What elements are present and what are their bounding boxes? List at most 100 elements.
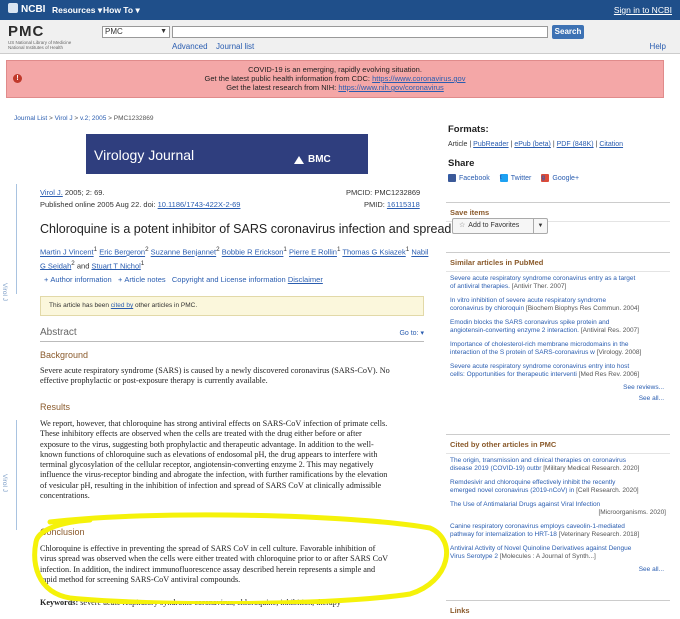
ncbi-logo-icon (8, 3, 18, 13)
similar-article-item[interactable]: Emodin blocks the SARS coronavirus spike… (446, 316, 670, 338)
links-heading: Links (450, 606, 470, 615)
published-date: Published online 2005 Aug 22. doi: 10.11… (40, 200, 241, 209)
cdc-link[interactable]: https://www.coronavirus.gov (372, 74, 465, 83)
abstract-header: Abstract Go to: ▾ (40, 326, 424, 342)
bmc-logo-icon (294, 156, 304, 164)
format-article: Article (448, 141, 468, 148)
how-to-menu[interactable]: How To ▾ (103, 5, 140, 16)
chevron-down-icon[interactable]: ▼ (533, 219, 547, 233)
chevron-down-icon: ▾ (420, 330, 424, 337)
formats-panel: Formats: Article | PubReader | ePub (bet… (448, 124, 672, 148)
journal-banner[interactable]: Virology Journal BMC (86, 134, 368, 174)
author-information-link[interactable]: Author information (50, 275, 111, 284)
format-pubreader[interactable]: PubReader (473, 141, 508, 148)
go-to-link[interactable]: Go to: ▾ (399, 329, 424, 337)
search-input[interactable] (172, 26, 548, 38)
author-link[interactable]: Martin J Vincent (40, 248, 94, 257)
add-to-favorites-button[interactable]: ☆ Add to Favorites ▼ (452, 218, 548, 234)
cited-by-note: This article has been cited by other art… (40, 296, 424, 316)
breadcrumb: Journal List > Virol J > v.2; 2005 > PMC… (14, 115, 154, 122)
disclaimer-link[interactable]: Disclaimer (288, 275, 323, 284)
help-link[interactable]: Help (650, 42, 666, 51)
journal-citation-link[interactable]: Virol J. (40, 188, 63, 197)
conclusion-heading: Conclusion (40, 527, 85, 537)
author-list: Martin J Vincent1 Eric Bergeron2 Suzanne… (40, 246, 429, 270)
twitter-icon: t (499, 174, 508, 182)
author-link[interactable]: Eric Bergeron (99, 248, 145, 257)
rail-label: Virol J (1, 474, 8, 492)
links-panel: Links (446, 600, 670, 619)
similar-article-item[interactable]: Severe acute respiratory syndrome corona… (446, 360, 670, 382)
author-link[interactable]: Stuart T Nichol (91, 261, 140, 270)
results-paragraph: We report, however, that chloroquine has… (40, 419, 388, 501)
author-link[interactable]: Pierre E Rollin (289, 248, 337, 257)
conclusion-paragraph: Chloroquine is effective in preventing t… (40, 544, 389, 584)
copyright-link[interactable]: Copyright and License information (172, 275, 286, 284)
database-select[interactable]: PMC ▼ (102, 26, 170, 38)
left-rail (16, 420, 17, 530)
article-title: Chloroquine is a potent inhibitor of SAR… (40, 222, 452, 236)
breadcrumb-journal[interactable]: Virol J (55, 115, 73, 122)
similar-articles-heading: Similar articles in PubMed (446, 253, 670, 272)
similar-article-item[interactable]: Importance of cholesterol-rich membrane … (446, 338, 670, 360)
formats-heading: Formats: (448, 124, 489, 135)
journal-title: Virology Journal (94, 147, 195, 163)
ncbi-logo[interactable]: NCBI (8, 3, 45, 15)
banner-line-2: Get the latest public health information… (204, 74, 466, 83)
cited-article-item[interactable]: Antiviral Activity of Novel Quinoline De… (446, 542, 670, 564)
author-link[interactable]: Bobbie R Erickson (222, 248, 284, 257)
cited-by-link[interactable]: cited by (111, 302, 133, 309)
article-meta-links: + Author information + Article notes Copyr… (44, 275, 323, 284)
share-google[interactable]: g Google+ (541, 174, 579, 182)
share-twitter[interactable]: t Twitter (499, 174, 531, 182)
breadcrumb-volume[interactable]: v.2; 2005 (80, 115, 106, 122)
format-pdf[interactable]: PDF (848K) (557, 141, 594, 148)
pmc-logo[interactable]: PMC US National Library of Medicine Nati… (8, 23, 94, 50)
author-link[interactable]: Suzanne Benjannet (151, 248, 216, 257)
format-epub[interactable]: ePub (beta) (514, 141, 551, 148)
similar-article-item[interactable]: In vitro inhibition of severe acute resp… (446, 294, 670, 316)
see-all-similar-link[interactable]: See all... (446, 393, 670, 404)
nih-link[interactable]: https://www.nih.gov/coronavirus (338, 83, 443, 92)
see-reviews-link[interactable]: See reviews... (446, 382, 670, 393)
publisher-name: BMC (308, 154, 331, 165)
cited-article-item[interactable]: The Use of Antimalarial Drugs against Vi… (446, 498, 670, 520)
cited-article-item[interactable]: Canine respiratory coronavirus employs c… (446, 520, 670, 542)
share-panel: Share f Facebook t Twitter g Google+ (448, 158, 579, 182)
rail-label: Virol J (1, 283, 8, 301)
alert-icon: ! (13, 74, 22, 83)
article-notes-link[interactable]: Article notes (124, 275, 165, 284)
ncbi-top-bar: NCBI Resources ▾ How To ▾ Sign in to NCB… (0, 0, 680, 20)
background-paragraph: Severe acute respiratory syndrome (SARS)… (40, 366, 390, 386)
chevron-down-icon: ▾ (97, 5, 103, 15)
cited-article-item[interactable]: Remdesivir and chloroquine effectively i… (446, 476, 670, 498)
abstract-heading: Abstract (40, 327, 77, 338)
breadcrumb-journal-list[interactable]: Journal List (14, 115, 47, 122)
cited-by-heading: Cited by other articles in PMC (446, 435, 670, 454)
similar-articles-panel: Similar articles in PubMed Severe acute … (446, 252, 670, 404)
cited-article-item[interactable]: The origin, transmission and clinical th… (446, 454, 670, 476)
see-all-cited-link[interactable]: See all... (446, 564, 670, 575)
pmcid: PMCID: PMC1232869 (346, 188, 421, 197)
plus-icon: + (44, 275, 49, 284)
author-link[interactable]: Thomas G Ksiazek (342, 248, 405, 257)
share-facebook[interactable]: f Facebook (448, 174, 490, 182)
resources-menu[interactable]: Resources ▾ (52, 5, 102, 16)
keywords: Keywords: severe acute respiratory syndr… (40, 598, 341, 607)
pmid-link[interactable]: 16115318 (387, 200, 420, 209)
journal-list-link[interactable]: Journal list (216, 42, 254, 51)
share-heading: Share (448, 158, 475, 169)
facebook-icon: f (448, 174, 456, 182)
left-rail (16, 184, 17, 294)
banner-line-3: Get the latest research from NIH: https:… (226, 83, 444, 92)
plus-icon: + (117, 275, 123, 284)
advanced-search-link[interactable]: Advanced (172, 42, 208, 51)
format-citation[interactable]: Citation (599, 141, 623, 148)
chevron-down-icon: ▾ (135, 5, 140, 15)
sign-in-link[interactable]: Sign in to NCBI (614, 5, 672, 15)
background-heading: Background (40, 350, 89, 360)
doi-link[interactable]: 10.1186/1743-422X-2-69 (158, 200, 241, 209)
search-button[interactable]: Search (552, 25, 584, 39)
similar-article-item[interactable]: Severe acute respiratory syndrome corona… (446, 272, 670, 294)
pmid: PMID: 16115318 (364, 200, 420, 209)
